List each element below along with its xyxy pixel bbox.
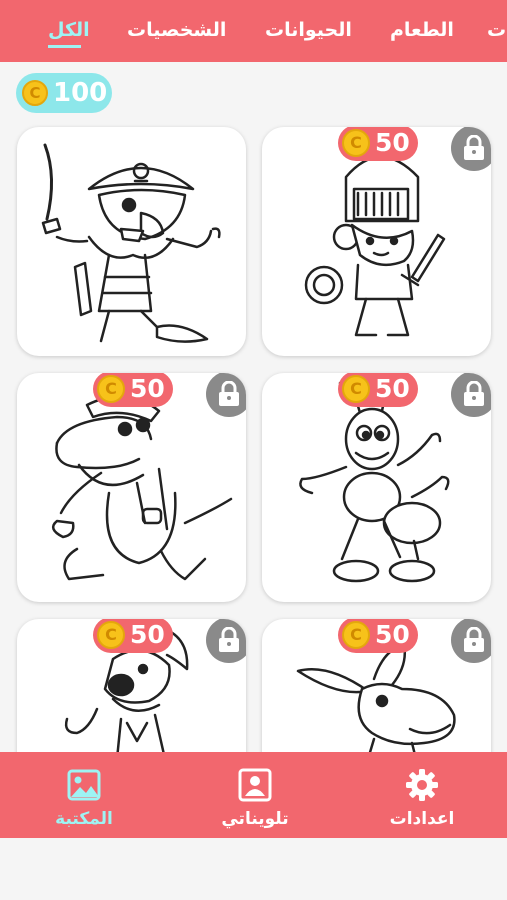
coin-icon: C: [97, 375, 125, 403]
price-badge: C 50: [93, 373, 173, 407]
nav-settings[interactable]: اعدادات: [362, 752, 482, 838]
coin-icon: C: [22, 80, 48, 106]
price-badge: C 50: [93, 619, 173, 653]
price-badge: C 50: [338, 373, 418, 407]
tab-characters[interactable]: الشخصيات: [127, 18, 226, 42]
price-value: 50: [375, 620, 410, 649]
coloring-card-dog[interactable]: C 50: [17, 619, 246, 752]
lock-button[interactable]: [451, 619, 491, 663]
nav-my-colorings-label: تلويناتي: [221, 809, 289, 829]
coloring-card-pirate[interactable]: [17, 127, 246, 356]
tab-food[interactable]: الطعام: [390, 18, 454, 42]
tab-animals[interactable]: الحيوانات: [265, 18, 352, 42]
price-value: 50: [375, 128, 410, 157]
active-tab-indicator: [48, 45, 81, 48]
coin-icon: C: [342, 621, 370, 649]
coin-balance-value: 100: [53, 78, 108, 108]
lock-icon: [219, 381, 239, 406]
coloring-card-ant[interactable]: C 50: [262, 373, 491, 602]
coloring-card-knight[interactable]: C 50: [262, 127, 491, 356]
price-value: 50: [375, 374, 410, 403]
nav-library[interactable]: المكتبة: [24, 752, 144, 838]
nav-my-colorings[interactable]: تلويناتي: [195, 752, 315, 838]
price-badge: C 50: [338, 619, 418, 653]
price-value: 50: [130, 374, 165, 403]
lock-icon: [464, 135, 484, 160]
bottom-spacer: [0, 838, 507, 900]
lock-button[interactable]: [451, 127, 491, 171]
bottom-navigation: المكتبة تلويناتي اعدادات: [0, 752, 507, 838]
tab-partial[interactable]: ات: [487, 18, 507, 42]
coloring-card-donkey[interactable]: C 50: [262, 619, 491, 752]
lock-icon: [219, 627, 239, 652]
lock-button[interactable]: [451, 373, 491, 417]
coloring-page-grid: C 50 C 50 C 50 C 50 C 50: [0, 120, 507, 752]
category-tab-bar: ات الطعام الحيوانات الشخصيات الكل: [0, 0, 507, 62]
pirate-drawing: [41, 143, 221, 343]
portrait-icon: [238, 768, 272, 802]
lock-icon: [464, 381, 484, 406]
image-icon: [67, 769, 101, 801]
price-value: 50: [130, 620, 165, 649]
coin-icon: C: [97, 621, 125, 649]
lock-button[interactable]: [206, 619, 246, 663]
coin-icon: C: [342, 375, 370, 403]
coin-icon: C: [342, 129, 370, 157]
price-badge: C 50: [338, 127, 418, 161]
lock-button[interactable]: [206, 373, 246, 417]
tab-all[interactable]: الكل: [48, 18, 90, 42]
gear-icon: [406, 769, 438, 801]
nav-library-label: المكتبة: [55, 809, 113, 829]
coin-balance: C 100: [16, 73, 112, 113]
coloring-card-crocodile[interactable]: C 50: [17, 373, 246, 602]
nav-settings-label: اعدادات: [389, 809, 455, 829]
lock-icon: [464, 627, 484, 652]
